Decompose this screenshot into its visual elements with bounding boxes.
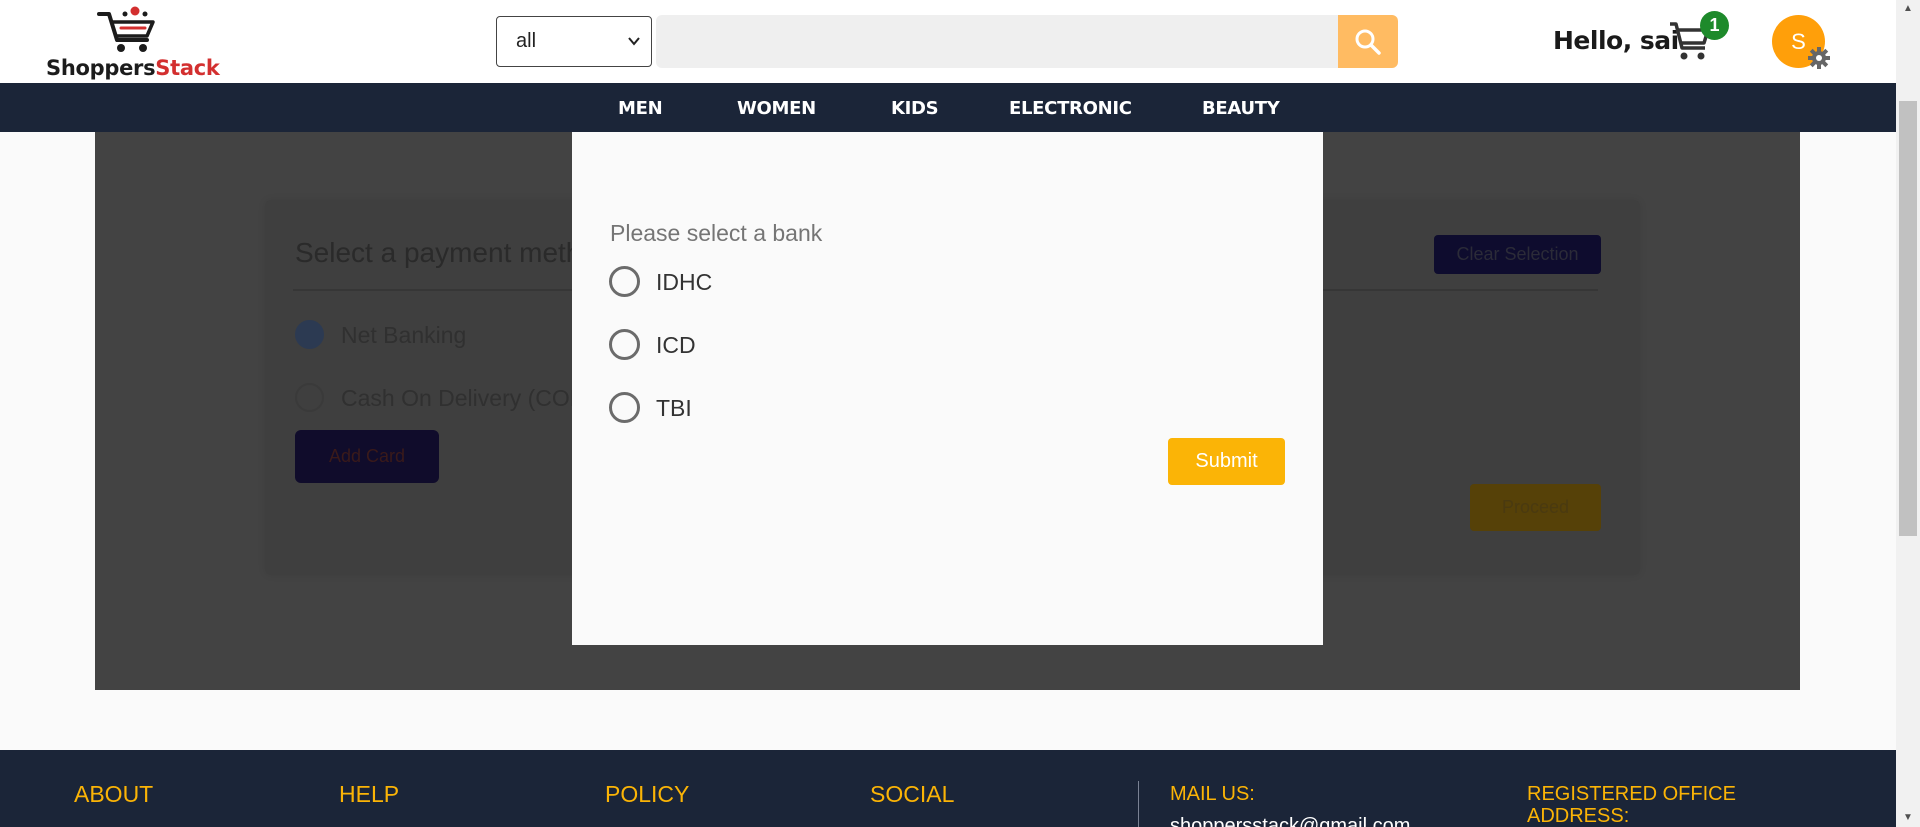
- footer-social-heading[interactable]: SOCIAL: [870, 781, 954, 808]
- bank-radio[interactable]: [609, 392, 640, 423]
- nav-item-women[interactable]: WOMEN: [737, 83, 816, 132]
- search-input[interactable]: [656, 15, 1338, 68]
- category-select[interactable]: all: [496, 16, 652, 67]
- gear-icon[interactable]: [1806, 45, 1832, 71]
- footer-office-heading-line1: REGISTERED OFFICE: [1527, 783, 1736, 805]
- category-select-value: all: [516, 30, 537, 52]
- cod-label: Cash On Delivery (COD): [341, 385, 595, 411]
- shopping-cart-logo-icon: [97, 6, 155, 52]
- logo-text-stack: Stack: [155, 56, 220, 80]
- footer-mail-heading: MAIL US:: [1170, 783, 1255, 805]
- footer-divider: [1138, 781, 1139, 827]
- footer-mail-text[interactable]: shoppersstack@gmail.com: [1170, 815, 1410, 827]
- cart-count-badge: 1: [1700, 11, 1729, 40]
- bank-radio[interactable]: [609, 266, 640, 297]
- scroll-up-icon[interactable]: ▲: [1896, 0, 1920, 18]
- nav-item-men[interactable]: MEN: [618, 83, 663, 132]
- footer-help-heading[interactable]: HELP: [339, 781, 399, 808]
- nav-item-kids[interactable]: KIDS: [891, 83, 939, 132]
- add-card-button[interactable]: Add Card: [295, 430, 439, 483]
- proceed-button[interactable]: Proceed: [1470, 484, 1601, 531]
- logo-text: ShoppersStack: [46, 56, 220, 80]
- bank-radio[interactable]: [609, 329, 640, 360]
- nav-item-electronic[interactable]: ELECTRONIC: [1009, 83, 1132, 132]
- chevron-down-icon: [627, 17, 641, 86]
- top-header: ShoppersStack all Hello, sai 1 S: [0, 0, 1896, 83]
- footer-office-heading-line2: ADDRESS:: [1527, 805, 1630, 827]
- search-button[interactable]: [1338, 15, 1398, 68]
- footer-about-heading[interactable]: ABOUT: [74, 781, 153, 808]
- shoppersstack-logo[interactable]: ShoppersStack: [45, 4, 225, 80]
- bank-label: IDHC: [656, 269, 713, 295]
- scroll-down-icon[interactable]: ▼: [1896, 809, 1920, 827]
- footer-policy-heading[interactable]: POLICY: [605, 781, 689, 808]
- bank-select-modal: [572, 132, 1323, 645]
- search-icon: [1355, 29, 1381, 55]
- net-banking-label: Net Banking: [341, 322, 467, 348]
- category-navbar: MEN WOMEN KIDS ELECTRONIC BEAUTY: [0, 83, 1896, 132]
- logo-text-shoppers: Shoppers: [46, 56, 156, 80]
- clear-selection-button[interactable]: Clear Selection: [1434, 235, 1601, 274]
- bank-label: ICD: [656, 332, 696, 358]
- cod-radio[interactable]: [295, 383, 324, 412]
- submit-button[interactable]: Submit: [1168, 438, 1285, 485]
- scroll-thumb[interactable]: [1899, 101, 1917, 536]
- user-greeting: Hello, sai: [1553, 26, 1679, 55]
- nav-item-beauty[interactable]: BEAUTY: [1202, 83, 1280, 132]
- bank-label: TBI: [656, 395, 692, 421]
- payment-method-title: Select a payment method: [295, 237, 613, 268]
- net-banking-radio[interactable]: [295, 320, 324, 349]
- modal-title: Please select a bank: [610, 220, 823, 246]
